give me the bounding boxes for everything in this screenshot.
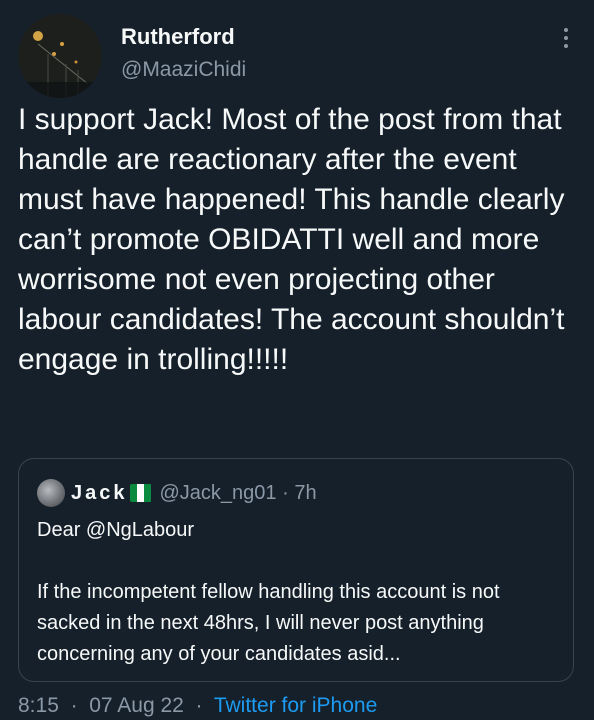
quoted-tweet-line-1: Dear @NgLabour <box>37 519 195 541</box>
nigeria-flag-icon <box>129 484 152 502</box>
tweet-time[interactable]: 8:15 <box>18 694 59 717</box>
tweet-footer: 8:15 · 07 Aug 22 · Twitter for iPhone <box>18 694 377 718</box>
tweet-header: Rutherford @MaaziChidi <box>18 12 578 98</box>
quoted-author-avatar[interactable] <box>37 479 65 507</box>
tweet-source-link[interactable]: Twitter for iPhone <box>214 694 377 717</box>
quoted-tweet-body: Dear @NgLabour If the incompetent fellow… <box>37 515 559 670</box>
author-handle[interactable]: @MaaziChidi <box>121 58 246 82</box>
quoted-tweet[interactable]: Jack @Jack_ng01 · 7h Dear @NgLabour If t… <box>18 458 574 682</box>
author-display-name[interactable]: Rutherford <box>121 24 235 50</box>
quoted-tweet-line-2: If the incompetent fellow handling this … <box>37 581 500 665</box>
author-avatar[interactable] <box>18 14 102 98</box>
quoted-tweet-time[interactable]: 7h <box>294 482 316 505</box>
avatar-photo-icon <box>18 14 102 98</box>
tweet-text: I support Jack! Most of the post from th… <box>18 103 565 376</box>
quoted-author-handle[interactable]: @Jack_ng01 <box>160 482 277 505</box>
tweet-date[interactable]: 07 Aug 22 <box>89 694 184 717</box>
quoted-tweet-header: Jack @Jack_ng01 · 7h <box>37 479 317 507</box>
quoted-meta-separator: · <box>282 481 289 504</box>
quoted-author-name[interactable]: Jack <box>71 482 128 505</box>
footer-separator-2: · <box>195 694 203 717</box>
more-options-icon[interactable] <box>554 26 578 50</box>
footer-separator-1: · <box>70 694 78 717</box>
